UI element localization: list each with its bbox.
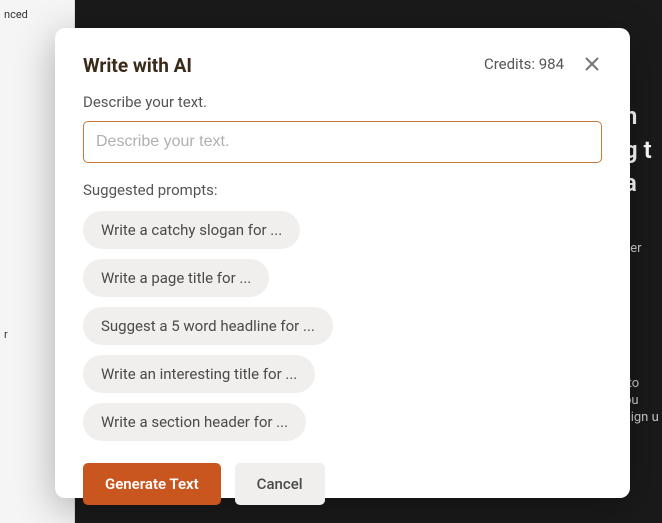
bg-text-fragment: nced (0, 8, 28, 21)
credits-label: Credits: 984 (484, 55, 564, 73)
generate-text-button[interactable]: Generate Text (83, 463, 221, 505)
prompt-chip[interactable]: Write a page title for ... (83, 259, 269, 297)
prompt-chip[interactable]: Suggest a 5 word headline for ... (83, 307, 333, 345)
suggested-prompts-list: Write a catchy slogan for ... Write a pa… (83, 211, 602, 441)
write-with-ai-modal: Write with AI Credits: 984 Describe your… (55, 28, 630, 498)
prompt-chip[interactable]: Write a catchy slogan for ... (83, 211, 300, 249)
modal-header-right: Credits: 984 (484, 54, 602, 74)
modal-header: Write with AI Credits: 984 (83, 54, 602, 77)
prompt-chip[interactable]: Write an interesting title for ... (83, 355, 315, 393)
suggested-prompts-label: Suggested prompts: (83, 181, 602, 199)
modal-footer: Generate Text Cancel (83, 463, 602, 505)
describe-input[interactable] (83, 121, 602, 163)
prompt-chip[interactable]: Write a section header for ... (83, 403, 306, 441)
close-icon (584, 56, 600, 72)
bg-text-fragment: r (0, 328, 8, 341)
close-button[interactable] (582, 54, 602, 74)
describe-label: Describe your text. (83, 93, 602, 111)
cancel-button[interactable]: Cancel (235, 463, 325, 505)
modal-title: Write with AI (83, 54, 192, 77)
